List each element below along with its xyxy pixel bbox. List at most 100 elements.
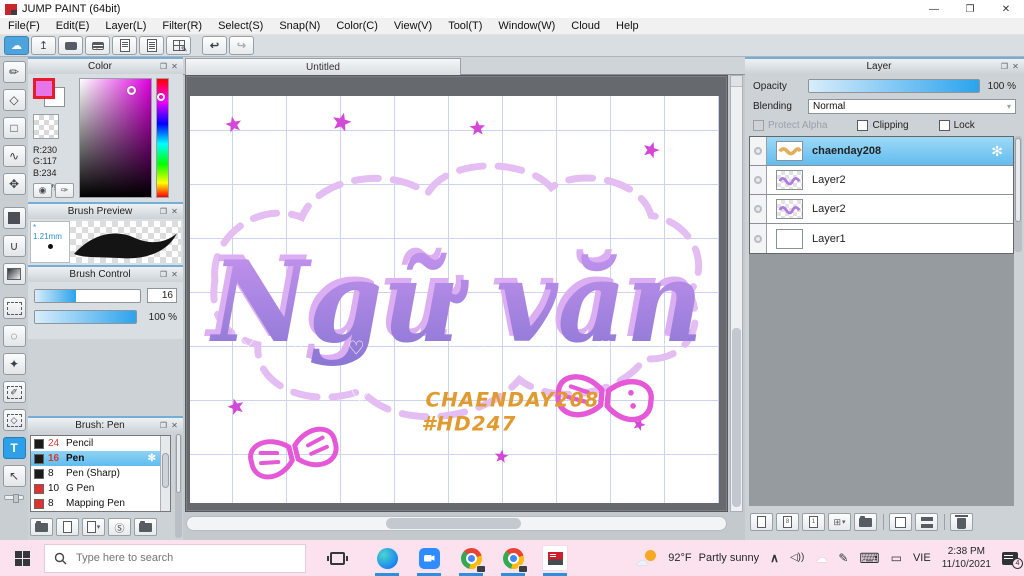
saturation-value-field[interactable] [79, 78, 152, 198]
menu-cloud[interactable]: Cloud [563, 20, 608, 32]
brush-folder-button[interactable] [134, 518, 157, 536]
canvas-tab-untitled[interactable]: Untitled [185, 58, 461, 75]
close-icon[interactable]: ✕ [169, 421, 180, 430]
edge-taskbar-button[interactable] [370, 540, 404, 576]
speaker-icon[interactable]: ◁)) [790, 553, 804, 563]
brush-tool[interactable]: ✏ [2, 61, 26, 83]
upload-button[interactable]: ↥ [31, 36, 56, 55]
layer-opacity-slider[interactable] [808, 79, 980, 93]
windows-ink-pen-icon[interactable]: ✎ [838, 552, 848, 564]
shape-tool[interactable]: □ [2, 117, 26, 139]
brush-settings-gear-icon[interactable]: ✻ [148, 453, 156, 464]
new-1bit-layer-button[interactable]: 1 [802, 513, 825, 531]
brush-opacity-slider[interactable] [34, 310, 137, 324]
delete-layer-button[interactable] [950, 513, 973, 531]
curve-tool[interactable]: ∿ [2, 145, 26, 167]
color-picker-button[interactable]: ✑ [55, 183, 74, 198]
move-tool[interactable]: ✥ [2, 173, 26, 195]
layer-row-layer2-b[interactable]: Layer2 [750, 195, 1013, 224]
protect-alpha-checkbox[interactable] [753, 120, 764, 131]
task-view-button[interactable] [320, 540, 354, 576]
brush-size-value[interactable]: 16 [147, 288, 177, 303]
brush-panel-scrollbar[interactable] [175, 434, 182, 538]
new-folder-button[interactable] [854, 513, 877, 531]
taskbar-search[interactable] [44, 543, 306, 573]
start-button[interactable] [0, 540, 44, 576]
weather-temp[interactable]: 92°F [668, 552, 691, 564]
blending-dropdown[interactable]: Normal ▾ [808, 99, 1016, 114]
visibility-toggle[interactable] [750, 195, 767, 223]
menu-file[interactable]: File(F) [0, 20, 48, 32]
close-icon[interactable]: ✕ [1010, 62, 1021, 71]
select-pen-tool[interactable]: ✐ [2, 381, 26, 403]
layer-settings-gear-icon[interactable]: ✻ [991, 143, 1003, 160]
keyboard-icon[interactable]: ⌨ [859, 551, 879, 565]
chrome-taskbar-button-1[interactable] [454, 540, 488, 576]
visibility-toggle[interactable] [750, 166, 767, 194]
brush-item-pen[interactable]: 16 Pen ✻ [31, 451, 170, 466]
weather-desc[interactable]: Partly sunny [699, 552, 760, 564]
layer-row-layer2-a[interactable]: Layer2 [750, 166, 1013, 195]
canvas-settings-button[interactable] [166, 36, 191, 55]
restore-button[interactable]: ❐ [952, 0, 988, 18]
operation-tool[interactable]: ↖ [2, 465, 26, 487]
magic-wand-tool[interactable]: ✦ [2, 353, 26, 375]
visibility-toggle[interactable] [750, 137, 767, 165]
menu-window[interactable]: Window(W) [490, 20, 563, 32]
language-indicator[interactable]: VIE [913, 552, 931, 564]
layer-row-chaenday208[interactable]: chaenday208 ✻ [750, 137, 1013, 166]
undo-button[interactable]: ↩ [202, 36, 227, 55]
menu-edit[interactable]: Edit(E) [48, 20, 98, 32]
menu-help[interactable]: Help [608, 20, 647, 32]
transparent-color-swatch[interactable] [33, 114, 59, 139]
document-button[interactable] [112, 36, 137, 55]
merge-layer-button[interactable] [915, 513, 938, 531]
sv-marker[interactable] [126, 86, 136, 96]
brush-item-mapping-pen[interactable]: 8 Mapping Pen [31, 496, 170, 511]
zoom-taskbar-button[interactable] [412, 540, 446, 576]
duplicate-layer-button[interactable] [889, 513, 912, 531]
tray-chevron-up-icon[interactable]: ∧ [770, 552, 779, 564]
new-layer-button[interactable] [750, 513, 773, 531]
notification-center-button[interactable]: 4 [1002, 551, 1023, 569]
lasso-select-tool[interactable]: ◌ [2, 325, 26, 347]
popout-icon[interactable]: ❐ [999, 62, 1010, 71]
canvas-surface[interactable]: Ngữ văn Ngữ văn ♡ ♡ ♡ ♡ ♡ ♡ ♡ ♡ ♡ CHAEND… [190, 96, 719, 503]
close-icon[interactable]: ✕ [169, 270, 180, 279]
palette-button[interactable]: ◉ [33, 183, 52, 198]
clipping-checkbox[interactable] [857, 120, 869, 131]
brush-list-scrollbar[interactable] [160, 436, 170, 511]
search-input[interactable] [76, 552, 296, 564]
layer-list-scrollbar[interactable] [1014, 136, 1022, 252]
menu-color[interactable]: Color(C) [328, 20, 386, 32]
hue-bar[interactable] [156, 78, 169, 198]
duplicate-brush-button[interactable]: ▾ [82, 518, 105, 536]
close-icon[interactable]: ✕ [169, 62, 180, 71]
brush-item-pen-sharp[interactable]: 8 Pen (Sharp) [31, 466, 170, 481]
bucket-tool[interactable]: ∪ [2, 235, 26, 257]
lock-checkbox[interactable] [938, 120, 950, 131]
taskbar-clock[interactable]: 2:38 PM 11/10/2021 [942, 545, 991, 572]
comment-button[interactable] [58, 36, 83, 55]
brush-script-button[interactable]: Ⓢ [108, 518, 131, 536]
touchpad-icon[interactable]: ▭ [891, 552, 902, 564]
popout-icon[interactable]: ❐ [158, 62, 169, 71]
tool-column-slider[interactable] [4, 494, 24, 503]
text-tool[interactable]: T [2, 437, 26, 459]
fill-shape-tool[interactable] [2, 207, 26, 229]
menu-layer[interactable]: Layer(L) [97, 20, 154, 32]
chrome-taskbar-button-2[interactable] [496, 540, 530, 576]
minimize-button[interactable]: — [916, 0, 952, 18]
brush-item-g-pen[interactable]: 10 G Pen [31, 481, 170, 496]
weather-icon[interactable]: ☁ [635, 550, 657, 568]
layer-row-layer1[interactable]: Layer1 [750, 224, 1013, 253]
popout-icon[interactable]: ❐ [158, 207, 169, 216]
visibility-toggle[interactable] [750, 224, 767, 253]
gradient-tool[interactable] [2, 263, 26, 285]
new-8bit-layer-button[interactable]: 8 [776, 513, 799, 531]
brush-size-slider[interactable] [34, 288, 141, 303]
close-button[interactable]: ✕ [988, 0, 1024, 18]
brush-cloud-download-button[interactable] [30, 518, 53, 536]
hue-marker[interactable] [157, 93, 165, 102]
eraser-tool[interactable]: ◇ [2, 89, 26, 111]
